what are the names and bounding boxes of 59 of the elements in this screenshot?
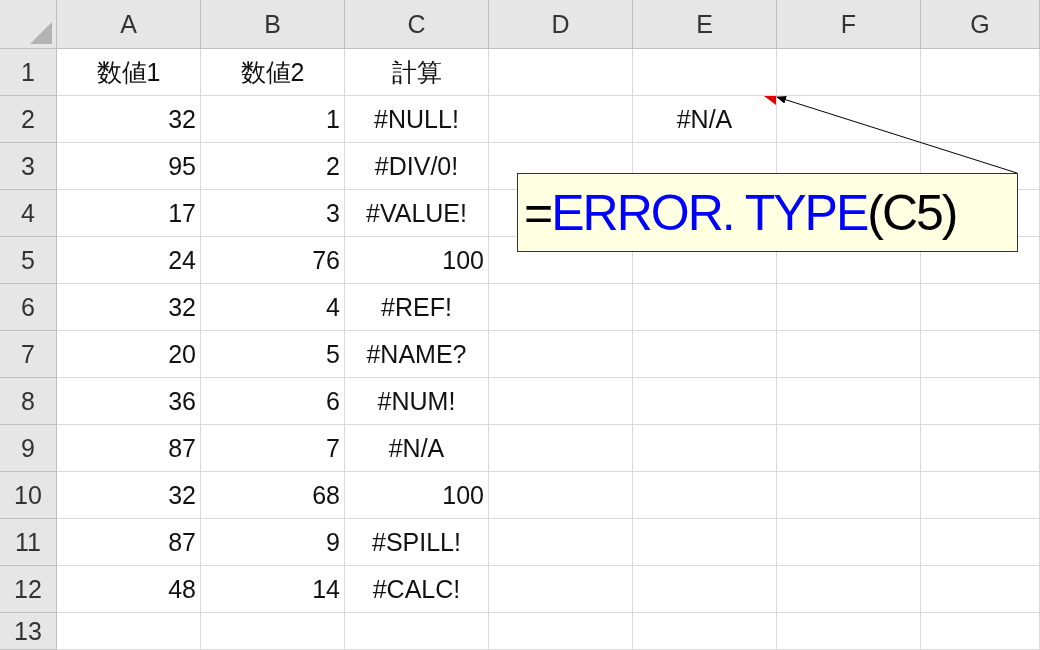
table-cell: 36 — [57, 378, 201, 425]
table-cell: #VALUE! — [345, 190, 489, 237]
table-cell: 100 — [345, 472, 489, 519]
table-cell: #NULL! — [345, 96, 489, 143]
row-header[interactable]: 12 — [0, 566, 57, 613]
row-header[interactable]: 7 — [0, 331, 57, 378]
row-header[interactable]: 9 — [0, 425, 57, 472]
table-cell: 20 — [57, 331, 201, 378]
row-header[interactable]: 10 — [0, 472, 57, 519]
table-cell: 計算 — [345, 49, 489, 96]
row-header[interactable]: 6 — [0, 284, 57, 331]
row-header[interactable]: 4 — [0, 190, 57, 237]
table-cell: 32 — [57, 284, 201, 331]
table-cell: 24 — [57, 237, 201, 284]
column-header[interactable]: F — [777, 0, 921, 49]
table-cell: 76 — [201, 237, 345, 284]
table-cell: 95 — [57, 143, 201, 190]
table-cell: 2 — [201, 143, 345, 190]
row-header[interactable]: 13 — [0, 613, 57, 650]
table-cell: 3 — [201, 190, 345, 237]
table-cell: 数値2 — [201, 49, 345, 96]
table-cell: 68 — [201, 472, 345, 519]
table-cell: 9 — [201, 519, 345, 566]
column-header[interactable]: D — [489, 0, 633, 49]
table-cell: #NAME? — [345, 331, 489, 378]
table-cell: #DIV/0! — [345, 143, 489, 190]
table-cell: 7 — [201, 425, 345, 472]
table-cell: #REF! — [345, 284, 489, 331]
table-cell: #NUM! — [345, 378, 489, 425]
table-cell: #SPILL! — [345, 519, 489, 566]
table-cell: 1 — [201, 96, 345, 143]
row-header[interactable]: 8 — [0, 378, 57, 425]
table-cell: 5 — [201, 331, 345, 378]
table-cell: 17 — [57, 190, 201, 237]
row-header[interactable]: 2 — [0, 96, 57, 143]
formula-callout: =ERROR. TYPE(C5) — [517, 173, 1018, 252]
column-header[interactable]: E — [633, 0, 777, 49]
table-cell: 87 — [57, 425, 201, 472]
table-cell: #CALC! — [345, 566, 489, 613]
select-all-icon[interactable] — [30, 22, 52, 44]
row-header[interactable]: 3 — [0, 143, 57, 190]
column-header[interactable]: B — [201, 0, 345, 49]
table-cell: 6 — [201, 378, 345, 425]
row-header[interactable]: 5 — [0, 237, 57, 284]
table-cell: 4 — [201, 284, 345, 331]
table-cell: 48 — [57, 566, 201, 613]
table-cell: 32 — [57, 96, 201, 143]
table-cell: #N/A — [345, 425, 489, 472]
row-header[interactable]: 1 — [0, 49, 57, 96]
column-header[interactable]: A — [57, 0, 201, 49]
table-cell: 100 — [345, 237, 489, 284]
column-header[interactable]: G — [921, 0, 1040, 49]
table-cell: #N/A — [633, 96, 777, 143]
row-header[interactable]: 11 — [0, 519, 57, 566]
table-cell: 数値1 — [57, 49, 201, 96]
column-header[interactable]: C — [345, 0, 489, 49]
table-cell: 87 — [57, 519, 201, 566]
table-cell: 14 — [201, 566, 345, 613]
table-cell: 32 — [57, 472, 201, 519]
